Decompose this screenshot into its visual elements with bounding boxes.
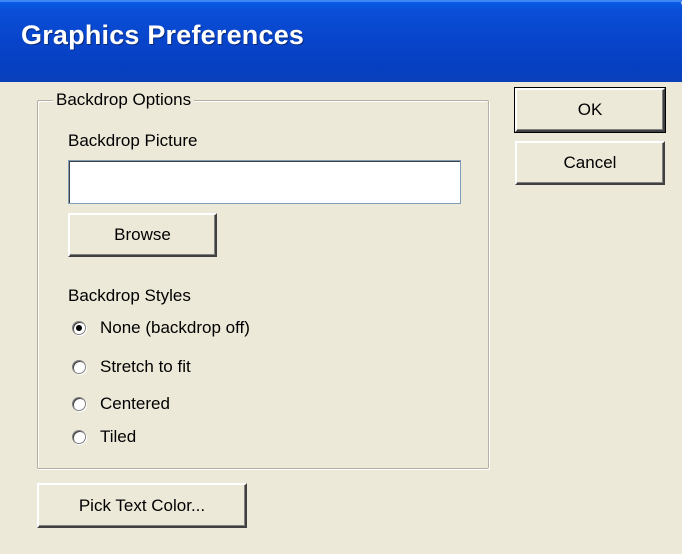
cancel-button-label: Cancel (563, 153, 617, 172)
cancel-button[interactable]: Cancel (515, 141, 665, 185)
graphics-preferences-dialog: Graphics Preferences Backdrop Options Ba… (0, 0, 682, 554)
backdrop-options-label: Backdrop Options (53, 90, 195, 110)
radio-tiled-indicator[interactable] (72, 430, 86, 444)
browse-button[interactable]: Browse (68, 213, 217, 257)
radio-none-label: None (backdrop off) (100, 318, 250, 337)
window-title: Graphics Preferences (21, 20, 305, 50)
radio-centered-indicator[interactable] (72, 397, 86, 411)
pick-text-color-button[interactable]: Pick Text Color... (37, 483, 247, 528)
radio-none-indicator[interactable] (72, 321, 86, 335)
radio-stretch-label: Stretch to fit (100, 357, 191, 376)
pick-text-color-label: Pick Text Color... (78, 495, 206, 515)
radio-centered-label: Centered (100, 394, 170, 413)
title-bar[interactable]: Graphics Preferences (0, 0, 682, 82)
backdrop-styles-label: Backdrop Styles (68, 286, 191, 305)
browse-button-label: Browse (114, 225, 171, 244)
ok-button-label: OK (577, 100, 603, 119)
backdrop-picture-label: Backdrop Picture (68, 131, 198, 150)
backdrop-picture-input[interactable] (68, 160, 461, 204)
radio-tiled-label: Tiled (100, 427, 137, 446)
radio-stretch-to-fit[interactable]: Stretch to fit (72, 355, 191, 379)
radio-tiled[interactable]: Tiled (72, 425, 136, 449)
ok-button[interactable]: OK (514, 87, 666, 133)
radio-stretch-indicator[interactable] (72, 360, 86, 374)
radio-none[interactable]: None (backdrop off) (72, 316, 250, 340)
radio-centered[interactable]: Centered (72, 392, 170, 416)
